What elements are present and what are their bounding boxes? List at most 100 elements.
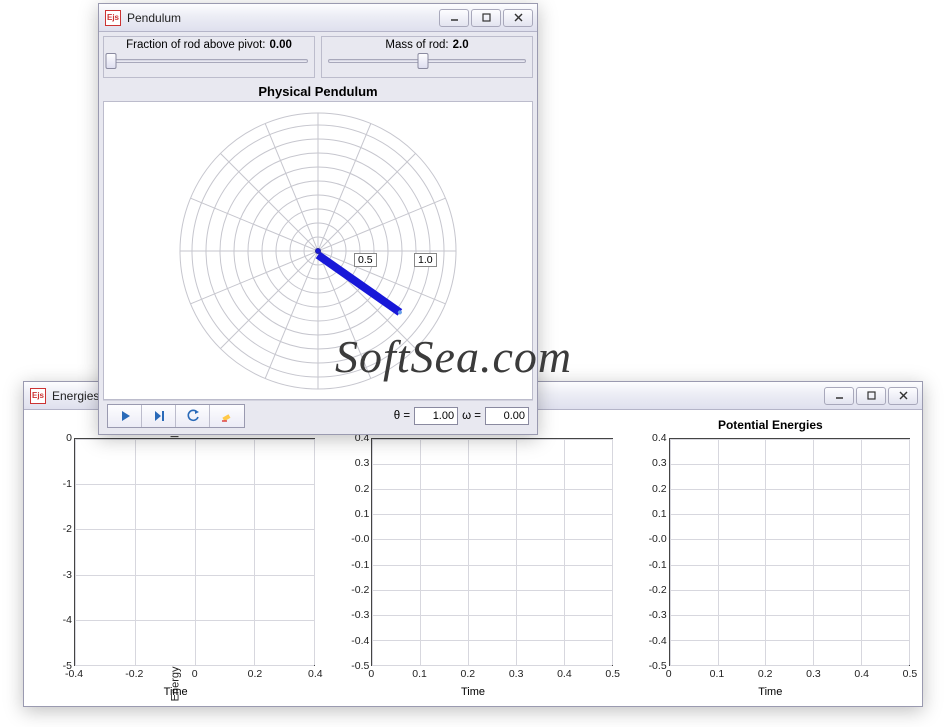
x-tick: 0 [666, 668, 672, 680]
y-tick: 0.1 [629, 508, 667, 520]
fraction-slider[interactable] [110, 52, 308, 70]
x-tick: 0.4 [308, 668, 323, 680]
grid-line [75, 665, 314, 666]
grid-line [314, 439, 315, 665]
coord-label-0-5: 0.5 [354, 253, 377, 267]
plot-area[interactable] [74, 438, 315, 666]
plot-panel-2: Potential EnergiesEnergy (top in blue, b… [625, 416, 916, 700]
x-tick: 0.4 [854, 668, 869, 680]
y-tick: -0.4 [331, 635, 369, 647]
pendulum-canvas[interactable]: 0.5 1.0 [103, 101, 533, 400]
minimize-button[interactable] [439, 9, 469, 27]
grid-line [909, 439, 910, 665]
mass-thumb[interactable] [418, 53, 429, 69]
mass-slider[interactable] [328, 52, 526, 70]
y-tick: -1 [34, 478, 72, 490]
y-tick: -0.3 [331, 609, 369, 621]
pendulum-window: Ejs Pendulum Fraction of rod above pivot… [98, 3, 538, 435]
pendulum-toolbar: θ = ω = [103, 400, 533, 430]
grid-line [372, 489, 611, 490]
pivot-point [315, 248, 321, 254]
step-button[interactable] [142, 405, 176, 427]
y-tick: -0.5 [629, 660, 667, 672]
close-button[interactable] [888, 387, 918, 405]
grid-line [372, 565, 611, 566]
y-tick: -0.4 [629, 635, 667, 647]
grid-line [861, 439, 862, 665]
y-tick: -0.1 [331, 559, 369, 571]
clear-button[interactable] [210, 405, 244, 427]
pendulum-title: Pendulum [127, 11, 439, 25]
y-tick: -4 [34, 614, 72, 626]
grid-line [564, 439, 565, 665]
grid-line [254, 439, 255, 665]
fraction-label: Fraction of rod above pivot: [126, 39, 265, 51]
y-tick: 0.2 [331, 483, 369, 495]
x-tick: 0.3 [806, 668, 821, 680]
grid-line [765, 439, 766, 665]
coord-label-1-0: 1.0 [414, 253, 437, 267]
omega-label: ω = [462, 410, 481, 422]
grid-line [670, 439, 671, 665]
maximize-button[interactable] [471, 9, 501, 27]
fraction-value: 0.00 [269, 39, 291, 51]
play-button[interactable] [108, 405, 142, 427]
grid-line [670, 464, 909, 465]
y-tick: -0.3 [629, 609, 667, 621]
y-tick: -0.0 [629, 533, 667, 545]
ejs-icon: Ejs [105, 10, 121, 26]
omega-input[interactable] [485, 407, 529, 425]
fraction-thumb[interactable] [106, 53, 117, 69]
grid-line [372, 514, 611, 515]
close-button[interactable] [503, 9, 533, 27]
plot-area[interactable] [669, 438, 910, 666]
grid-line [670, 539, 909, 540]
x-tick: 0 [192, 668, 198, 680]
y-tick: 0.4 [629, 432, 667, 444]
x-tick: 0.4 [557, 668, 572, 680]
pendulum-titlebar[interactable]: Ejs Pendulum [99, 4, 537, 32]
reset-button[interactable] [176, 405, 210, 427]
x-tick: 0.3 [509, 668, 524, 680]
minimize-button[interactable] [824, 387, 854, 405]
plot-xlabel: Time [625, 686, 916, 698]
grid-line [670, 665, 909, 666]
grid-line [372, 439, 373, 665]
mass-value: 2.0 [453, 39, 469, 51]
grid-line [516, 439, 517, 665]
mass-label: Mass of rod: [385, 39, 448, 51]
y-tick: -0.2 [331, 584, 369, 596]
grid-line [670, 640, 909, 641]
grid-line [670, 439, 909, 440]
grid-line [372, 439, 611, 440]
grid-line [372, 665, 611, 666]
grid-line [372, 640, 611, 641]
plot-panel-0: Energy (top part of rod in blue, bottom … [30, 416, 321, 700]
plot-xlabel: Time [30, 686, 321, 698]
grid-line [670, 489, 909, 490]
mass-slider-group: Mass of rod: 2.0 [321, 36, 533, 78]
grid-line [813, 439, 814, 665]
grid-line [372, 539, 611, 540]
maximize-button[interactable] [856, 387, 886, 405]
plot-panel-1: rgiesEnergy (top in blue, bottom in red)… [327, 416, 618, 700]
y-tick: -0.0 [331, 533, 369, 545]
x-tick: 0.2 [461, 668, 476, 680]
y-tick: 0.2 [629, 483, 667, 495]
y-tick: -0.1 [629, 559, 667, 571]
x-tick: 0.1 [710, 668, 725, 680]
grid-line [372, 590, 611, 591]
y-tick: 0.3 [331, 457, 369, 469]
grid-line [135, 439, 136, 665]
theta-input[interactable] [414, 407, 458, 425]
grid-line [420, 439, 421, 665]
y-tick: -2 [34, 523, 72, 535]
y-tick: 0.3 [629, 457, 667, 469]
grid-line [372, 615, 611, 616]
plot-area[interactable] [371, 438, 612, 666]
x-tick: -0.2 [125, 668, 143, 680]
x-tick: 0.5 [605, 668, 620, 680]
grid-line [670, 615, 909, 616]
grid-line [718, 439, 719, 665]
grid-line [468, 439, 469, 665]
